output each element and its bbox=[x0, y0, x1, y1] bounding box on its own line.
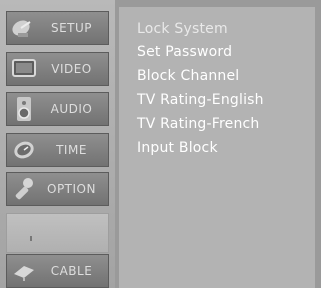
satellite-dish-icon bbox=[7, 12, 41, 44]
menu-label-cable: CABLE bbox=[50, 264, 93, 278]
menu-label-video: VIDEO bbox=[51, 62, 92, 76]
menu-label-setup: SETUP bbox=[50, 21, 93, 35]
speaker-icon bbox=[7, 93, 41, 125]
menu-item-setup[interactable]: SETUP bbox=[6, 11, 109, 45]
menu-label-audio: AUDIO bbox=[50, 102, 93, 116]
lock-icon bbox=[7, 217, 41, 249]
monitor-icon bbox=[7, 53, 41, 85]
menu-item-audio[interactable]: AUDIO bbox=[6, 92, 109, 126]
wrench-icon bbox=[7, 173, 41, 205]
cable-icon bbox=[7, 255, 41, 287]
submenu-item-lock-system[interactable]: Lock System bbox=[137, 21, 228, 37]
submenu-item-input-block[interactable]: Input Block bbox=[137, 140, 218, 156]
clock-icon bbox=[7, 134, 41, 166]
lock-submenu-panel: Lock System Set Password Block Channel T… bbox=[119, 7, 315, 288]
menu-item-lock[interactable] bbox=[6, 213, 109, 253]
submenu-item-block-channel[interactable]: Block Channel bbox=[137, 68, 239, 84]
lock-indicator bbox=[30, 236, 32, 241]
menu-item-video[interactable]: VIDEO bbox=[6, 52, 109, 86]
menu-item-time[interactable]: TIME bbox=[6, 133, 109, 167]
submenu-item-tv-rating-english[interactable]: TV Rating-English bbox=[137, 92, 264, 108]
submenu-item-tv-rating-french[interactable]: TV Rating-French bbox=[137, 116, 260, 132]
menu-item-cable[interactable]: CABLE bbox=[6, 254, 109, 288]
menu-item-option[interactable]: OPTION bbox=[6, 172, 109, 206]
menu-label-time: TIME bbox=[56, 143, 87, 157]
menu-label-option: OPTION bbox=[47, 182, 96, 196]
sidebar-menu: SETUP VIDEO AUDIO TIME OPTION CABLE bbox=[0, 0, 115, 288]
submenu-item-set-password[interactable]: Set Password bbox=[137, 44, 232, 60]
